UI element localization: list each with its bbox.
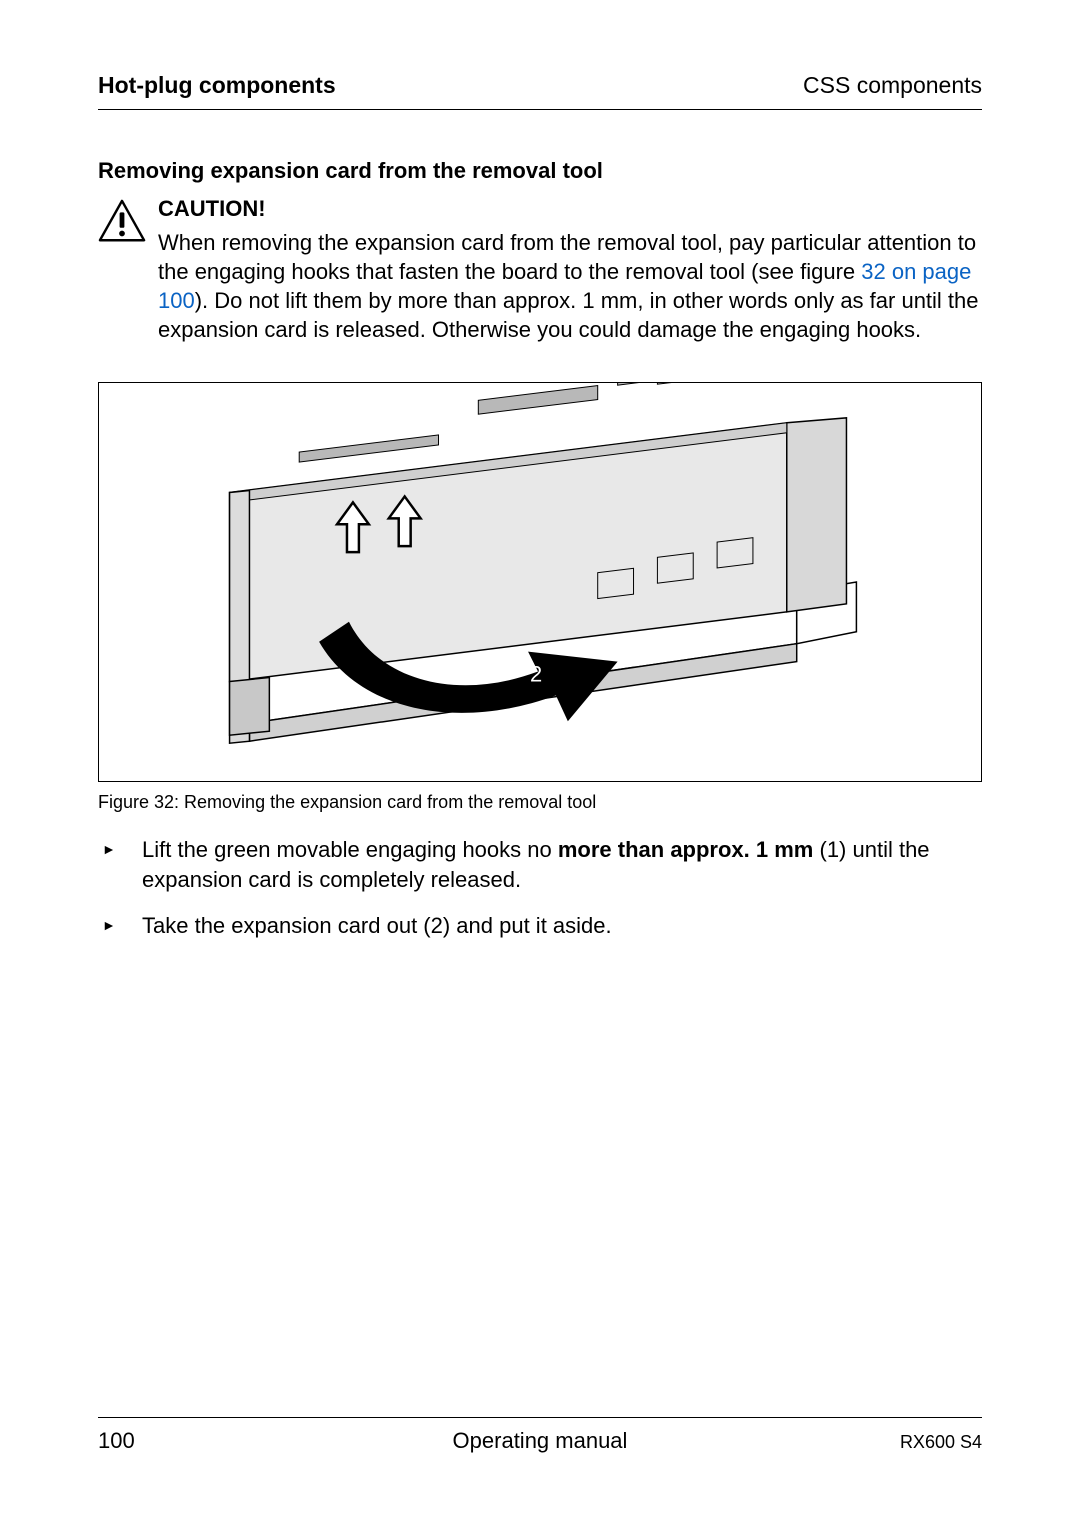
caution-icon: [98, 198, 146, 251]
step-list: Lift the green movable engaging hooks no…: [98, 835, 982, 940]
caution-title: CAUTION!: [158, 196, 982, 222]
step1-pre: Lift the green movable engaging hooks no: [142, 837, 558, 862]
footer-model: RX600 S4: [862, 1432, 982, 1453]
step1-bold: more than approx. 1 mm: [558, 837, 814, 862]
caution-body: When removing the expansion card from th…: [158, 228, 982, 344]
figure-box: 2: [98, 382, 982, 782]
list-item: Lift the green movable engaging hooks no…: [98, 835, 982, 894]
caution-text-after: ). Do not lift them by more than approx.…: [158, 288, 979, 342]
header-left: Hot-plug components: [98, 72, 336, 99]
figure-caption: Figure 32: Removing the expansion card f…: [98, 792, 982, 813]
list-item: Take the expansion card out (2) and put …: [98, 911, 982, 941]
caution-block: CAUTION! When removing the expansion car…: [98, 196, 982, 344]
caution-text-before: When removing the expansion card from th…: [158, 230, 976, 284]
header-right: CSS components: [803, 72, 982, 99]
page-number: 100: [98, 1428, 218, 1454]
footer-title: Operating manual: [218, 1428, 862, 1454]
page-footer: 100 Operating manual RX600 S4: [98, 1417, 982, 1454]
figure-arrow-label: 2: [530, 662, 542, 687]
diagram-illustration: 2: [99, 383, 981, 781]
page-header: Hot-plug components CSS components: [98, 72, 982, 110]
section-subtitle: Removing expansion card from the removal…: [98, 158, 982, 184]
